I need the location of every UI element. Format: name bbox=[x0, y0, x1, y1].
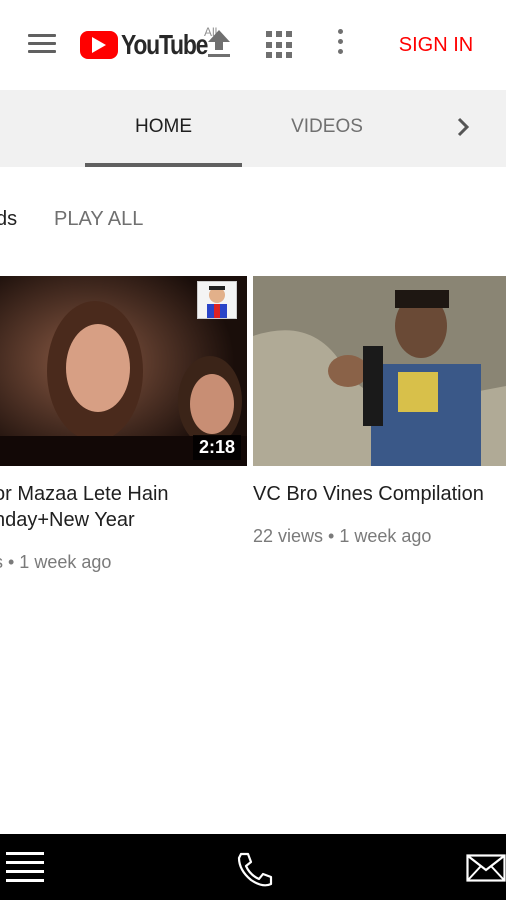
menu-icon[interactable] bbox=[28, 34, 56, 54]
youtube-logo[interactable]: YouTube All bbox=[80, 25, 226, 63]
chevron-right-icon[interactable] bbox=[448, 112, 478, 142]
tab-home-label: HOME bbox=[135, 116, 192, 137]
play-all-button[interactable]: PLAY ALL bbox=[54, 208, 143, 231]
mail-icon[interactable] bbox=[466, 854, 506, 882]
video-duration: 2:18 bbox=[192, 435, 241, 460]
tab-home[interactable]: HOME bbox=[85, 90, 242, 167]
apps-grid-icon[interactable] bbox=[266, 31, 294, 59]
phone-icon[interactable] bbox=[233, 850, 273, 888]
sign-in-button[interactable]: SIGN IN bbox=[388, 30, 484, 60]
video-meta: 22 views • 1 week ago bbox=[253, 526, 432, 546]
channel-avatar bbox=[197, 281, 237, 319]
video-title[interactable]: VC Bro Vines Compilation bbox=[253, 481, 484, 507]
top-app-bar: YouTube All SIGN IN bbox=[0, 0, 506, 90]
youtube-play-icon bbox=[80, 31, 118, 59]
tab-videos-label: VIDEOS bbox=[291, 116, 363, 137]
upload-icon[interactable] bbox=[206, 28, 232, 60]
video-title-line2[interactable]: nday+New Year bbox=[0, 507, 135, 533]
bottom-nav-bar bbox=[0, 834, 506, 900]
video-thumbnail[interactable]: 2:18 bbox=[0, 276, 247, 466]
video-meta: s • 1 week ago bbox=[0, 552, 112, 572]
video-thumbnail[interactable] bbox=[253, 276, 506, 466]
tab-videos[interactable]: VIDEOS bbox=[262, 90, 392, 167]
channel-tab-bar: HOME VIDEOS bbox=[0, 90, 506, 167]
video-title-line1[interactable]: or Mazaa Lete Hain bbox=[0, 481, 169, 507]
active-tab-indicator bbox=[85, 163, 242, 167]
section-title: ds bbox=[0, 208, 18, 230]
logo-text: YouTube bbox=[121, 29, 208, 60]
hamburger-icon[interactable] bbox=[6, 852, 44, 884]
more-vert-icon[interactable] bbox=[332, 29, 348, 61]
